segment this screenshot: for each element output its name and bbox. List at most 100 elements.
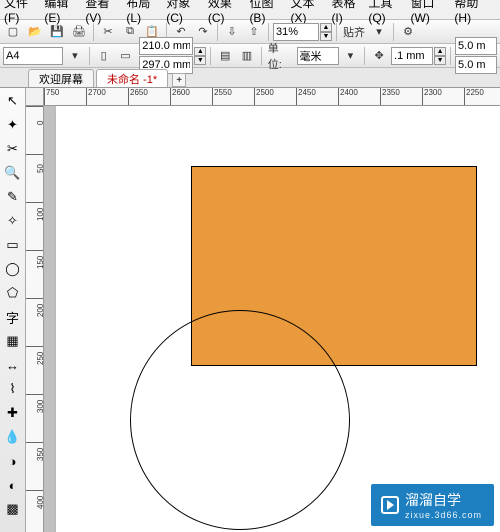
ruler-tick: 0 [26, 106, 44, 108]
smart-tool[interactable]: ✧ [2, 210, 24, 232]
current-page-icon[interactable]: ▥ [237, 46, 257, 66]
separator [268, 23, 269, 41]
units-select[interactable] [297, 47, 339, 65]
dropdown-icon[interactable]: ▾ [341, 46, 361, 66]
menu-item[interactable]: 帮助(H) [454, 0, 490, 25]
nudge-icon: ✥ [369, 46, 389, 66]
ruler-tick: 2500 [254, 88, 274, 106]
ellipse-shape[interactable] [130, 310, 350, 530]
ruler-tick: 100 [26, 202, 44, 204]
zoom-tool[interactable]: 🔍 [2, 162, 24, 184]
ruler-tick: 2550 [212, 88, 232, 106]
nudge-spinner[interactable]: ▲▼ [434, 47, 446, 65]
print-icon[interactable]: 🖨 [69, 22, 89, 42]
add-tab-button[interactable]: + [172, 73, 186, 87]
fill-tool[interactable]: ◑ [2, 450, 24, 472]
freehand-tool[interactable]: ✎ [2, 186, 24, 208]
export-icon[interactable]: ⇧ [244, 22, 264, 42]
menu-item[interactable]: 表格(I) [331, 0, 362, 25]
ruler-tick: 750 [44, 88, 59, 106]
all-pages-icon[interactable]: ▤ [215, 46, 235, 66]
dimension-tool[interactable]: ↔ [2, 354, 24, 376]
landscape-icon[interactable]: ▭ [116, 46, 136, 66]
menu-item[interactable]: 文本(X) [290, 0, 325, 25]
tab-label: 未命名 -1* [107, 71, 157, 87]
ruler-tick: 2700 [86, 88, 106, 106]
snap-label: 贴齐 [341, 24, 367, 40]
pick-tool[interactable]: ↖ [2, 90, 24, 112]
ruler-tick: 2600 [170, 88, 190, 106]
separator [450, 47, 451, 65]
fx-tool[interactable]: ✚ [2, 402, 24, 424]
separator [393, 23, 394, 41]
snap-dropdown-icon[interactable]: ▾ [369, 22, 389, 42]
zoom-input[interactable] [273, 23, 319, 41]
ruler-tick: 2450 [296, 88, 316, 106]
polygon-tool[interactable]: ⬠ [2, 282, 24, 304]
ruler-horizontal[interactable]: 750 2700 2650 2600 2550 2500 2450 2400 2350 2300 2… [44, 88, 500, 106]
table-tool[interactable]: ▦ [2, 330, 24, 352]
ruler-tick: 2350 [380, 88, 400, 106]
ruler-tick: 400 [26, 490, 44, 492]
ruler-tick: 200 [26, 298, 44, 300]
dim-spinner[interactable]: ▲▼ [194, 47, 206, 65]
tab-document[interactable]: 未命名 -1* [96, 69, 168, 87]
tab-label: 欢迎屏幕 [39, 71, 83, 87]
units-label: 单位: [266, 40, 295, 72]
nudge-input[interactable] [391, 47, 433, 65]
dup-x-input[interactable] [455, 37, 497, 55]
copy-icon[interactable]: ⧉ [120, 22, 140, 42]
separator [89, 47, 90, 65]
connector-tool[interactable]: ⌇ [2, 378, 24, 400]
save-icon[interactable]: 💾 [47, 22, 67, 42]
rect-tool[interactable]: ▭ [2, 234, 24, 256]
ruler-tick: 150 [26, 250, 44, 252]
ellipse-tool[interactable]: ◯ [2, 258, 24, 280]
new-icon[interactable]: ▢ [3, 22, 23, 42]
separator [336, 23, 337, 41]
tab-bar: 欢迎屏幕 未命名 -1* + [0, 68, 500, 88]
ruler-tick: 2400 [338, 88, 358, 106]
separator [210, 47, 211, 65]
shape-tool[interactable]: ✦ [2, 114, 24, 136]
main-area: ↖✦✂🔍✎✧▭◯⬠字▦↔⌇✚💧◑◐▩ 750 2700 2650 2600 2550 25… [0, 88, 500, 532]
tab-welcome[interactable]: 欢迎屏幕 [28, 69, 94, 87]
watermark-brand: 溜溜自学 [405, 492, 461, 508]
ruler-tick: 250 [26, 346, 44, 348]
text-tool[interactable]: 字 [2, 306, 24, 328]
separator [217, 23, 218, 41]
dropdown-icon[interactable]: ▾ [65, 46, 85, 66]
ruler-tick: 350 [26, 442, 44, 444]
menu-bar: 文件(F)编辑(E)查看(V)布局(L)对象(C)效果(C)位图(B)文本(X)… [0, 0, 500, 20]
color-tool[interactable]: ▩ [2, 498, 24, 520]
ruler-tick: 300 [26, 394, 44, 396]
ruler-tick: 2250 [464, 88, 484, 106]
separator [261, 47, 262, 65]
page-canvas[interactable] [56, 106, 500, 532]
ruler-tick: 50 [26, 154, 44, 156]
paper-size-select[interactable] [3, 47, 63, 65]
redo-icon[interactable]: ↷ [193, 22, 213, 42]
open-icon[interactable]: 📂 [25, 22, 45, 42]
page-width-input[interactable] [139, 37, 193, 55]
crop-tool[interactable]: ✂ [2, 138, 24, 160]
cut-icon[interactable]: ✂ [98, 22, 118, 42]
portrait-icon[interactable]: ▯ [94, 46, 114, 66]
options-icon[interactable]: ⚙ [398, 22, 418, 42]
property-bar: ▾ ▯ ▭ ▲▼ ▤ ▥ 单位: ▾ ✥ ▲▼ [0, 44, 500, 68]
ruler-tick: 2650 [128, 88, 148, 106]
dup-y-input[interactable] [455, 56, 497, 74]
ruler-tick: 2300 [422, 88, 442, 106]
import-icon[interactable]: ⇩ [222, 22, 242, 42]
ruler-vertical[interactable]: 0 50 100 150 200 250 300 350 400 [26, 106, 44, 532]
separator [364, 47, 365, 65]
zoom-spinner[interactable]: ▲▼ [320, 23, 332, 41]
toolbox: ↖✦✂🔍✎✧▭◯⬠字▦↔⌇✚💧◑◐▩ [0, 88, 26, 532]
canvas-area: 7502700265026002550250024502400235023002… [26, 88, 500, 532]
watermark-badge: 溜溜自学 zixue.3d66.com [371, 484, 494, 526]
play-icon [381, 496, 399, 514]
ruler-origin[interactable] [26, 88, 44, 106]
eyedrop-tool[interactable]: 💧 [2, 426, 24, 448]
outline-tool[interactable]: ◐ [2, 474, 24, 496]
separator [93, 23, 94, 41]
